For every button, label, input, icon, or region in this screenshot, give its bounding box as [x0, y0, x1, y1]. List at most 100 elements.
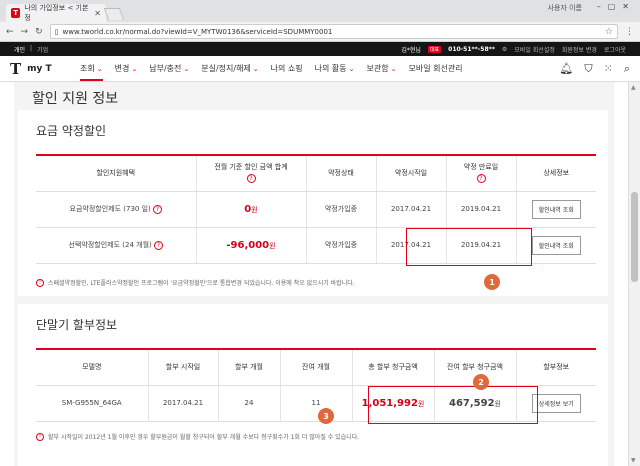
chevron-down-icon: ⌄ [252, 64, 259, 73]
col-header-start-date: 약정시작일 [375, 154, 446, 192]
t-logo-icon: T [10, 59, 22, 78]
menu-label: 나의 쇼핑 [270, 64, 303, 73]
reload-icon[interactable]: ↻ [35, 27, 43, 37]
benefit-cell: 선택약정할인제도 (24 개월) ? [36, 227, 196, 264]
bookmark-star-icon[interactable]: ☆ [605, 27, 613, 37]
util-link-mobile-setting[interactable]: 모바일 회선설정 [514, 45, 555, 54]
menu-label: 납부/충전 [149, 64, 182, 73]
util-business-link[interactable]: 기업 [37, 45, 48, 54]
chevron-down-icon: ⌄ [183, 64, 190, 73]
help-icon[interactable]: ? [476, 173, 486, 183]
highlight-box-amounts [368, 386, 538, 424]
scroll-up-icon[interactable]: ▲ [631, 84, 636, 91]
detail-cell: 할인내역 조회 [515, 191, 596, 228]
model-cell: SM-G955N_64GA [36, 385, 148, 422]
page-icon: ▯ [54, 27, 59, 36]
col-header-detail: 상세정보 [515, 154, 596, 192]
grid-icon[interactable]: ⁙ [604, 62, 613, 76]
table-row: 요금약정할인제도 (730 일) ? 0원 약정가입중 2017.04.21 2… [36, 191, 596, 228]
window-controls[interactable]: –▢✕ [597, 2, 636, 11]
help-icon[interactable]: ? [246, 173, 256, 183]
installment-detail-button[interactable]: 상세정보 보기 [531, 393, 581, 413]
help-icon[interactable]: ? [153, 240, 163, 250]
browser-tab[interactable]: T 나의 가입정보 < 기본정 ✕ [6, 4, 106, 22]
gnb-icons: 🔔︎ ⛉ ⁙ ⌕ [559, 62, 630, 76]
user-phone: 010-51**-58** [448, 45, 495, 53]
discount-amount: -96,000 [226, 239, 270, 251]
col-header-remaining-months: 잔여 개월 [279, 348, 352, 386]
menu-label: 조회 [80, 64, 95, 73]
util-personal-link[interactable]: 개인 [14, 45, 25, 54]
new-tab-button[interactable] [103, 8, 125, 20]
discount-history-button[interactable]: 할인내역 조회 [531, 199, 581, 219]
help-icon[interactable]: ? [152, 204, 162, 214]
util-divider: | [30, 44, 33, 52]
user-name: 김*현님 [401, 46, 421, 54]
menu-label: 보관함 [366, 64, 389, 73]
logo-text: my T [27, 63, 52, 74]
menu-mobile-lines[interactable]: 모바일 회선관리 [408, 56, 462, 81]
info-bullet-icon: ! [36, 278, 44, 287]
page-title: 할인 지원 정보 [32, 91, 119, 107]
currency-unit: 원 [251, 205, 258, 214]
forward-icon[interactable]: → [21, 27, 29, 37]
info-bullet-icon: ! [36, 432, 44, 441]
user-badge: 대표 [427, 45, 442, 53]
scroll-down-icon[interactable]: ▼ [631, 457, 636, 464]
menu-lost-suspend[interactable]: 분실/정지/해제 ⌄ [201, 56, 258, 81]
url-field[interactable]: ▯ www.tworld.co.kr/normal.do?viewId=V_MY… [49, 24, 618, 39]
close-tab-icon[interactable]: ✕ [94, 9, 101, 18]
col-header-installment-info: 할부정보 [515, 348, 596, 386]
col-header-model: 모델명 [36, 348, 148, 386]
back-icon[interactable]: ← [6, 27, 14, 37]
amount-cell: 0원 [195, 191, 306, 228]
amount-cell: -96,000원 [195, 227, 306, 264]
installment-note: ! 할부 시작일이 2012년 1월 이후인 경우 할부원금이 월할 청구되어 … [36, 432, 359, 441]
months-cell: 24 [217, 385, 280, 422]
discount-note: ! 스페셜약정할인, LTE플러스약정할인 프로그램이 '요금약정할인'으로 통… [36, 278, 355, 287]
search-icon[interactable]: ⌕ [624, 62, 630, 76]
col-header-benefit: 할인지원혜택 [36, 154, 196, 192]
menu-label: 모바일 회선관리 [408, 64, 463, 73]
window-user[interactable]: 사용자 이름 [548, 3, 582, 13]
menu-change[interactable]: 변경 ⌄ [115, 56, 138, 81]
annotation-badge-3: 3 [318, 408, 334, 424]
annotation-badge-1: 1 [484, 274, 500, 290]
discount-history-button[interactable]: 할인내역 조회 [531, 235, 581, 255]
global-nav: T my T 조회 ⌄ 변경 ⌄ 납부/충전 ⌄ 분실/정지/해제 ⌄ 나의 쇼핑 나의… [0, 56, 640, 82]
benefit-cell: 요금약정할인제도 (730 일) ? [36, 191, 196, 228]
main-menu: 조회 ⌄ 변경 ⌄ 납부/충전 ⌄ 분실/정지/해제 ⌄ 나의 쇼핑 나의 활동 ⌄ 보관… [80, 56, 463, 81]
menu-label: 분실/정지/해제 [201, 64, 251, 73]
gear-icon[interactable]: ⚙ [502, 46, 507, 53]
highlight-box-dates [406, 228, 532, 266]
benefit-name: 요금약정할인제도 (730 일) [69, 205, 151, 213]
col-header-discount-amount: 전월 기준 할인 금액 합계? [195, 154, 306, 192]
menu-inquiry[interactable]: 조회 ⌄ [80, 56, 103, 81]
start-date-cell: 2017.04.21 [375, 191, 446, 228]
header-label: 전월 기준 할인 금액 합계 [214, 163, 288, 172]
scrollbar-thumb[interactable] [631, 192, 638, 282]
menu-kebab-icon[interactable]: ⋮ [625, 27, 634, 37]
installment-panel: 단말기 할부정보 모델명 할부 시작일 할부 개월 잔여 개월 총 할부 청구금… [18, 304, 608, 466]
bookmark-icon[interactable]: ⛉ [584, 62, 592, 76]
col-header-end-date: 약정 만료일? [445, 154, 516, 192]
discount-section-title: 요금 약정할인 [36, 124, 107, 138]
bell-icon[interactable]: 🔔︎ [559, 62, 573, 76]
menu-storage[interactable]: 보관함 ⌄ [367, 56, 397, 81]
chevron-down-icon: ⌄ [131, 64, 138, 73]
utility-bar: 개인 | 기업 김*현님 대표 010-51**-58** ⚙ 모바일 회선설정… [0, 42, 640, 56]
note-text: 할부 시작일이 2012년 1월 이후인 경우 할부원금이 월할 청구되어 할부… [48, 434, 360, 441]
menu-payment[interactable]: 납부/충전 ⌄ [149, 56, 189, 81]
benefit-name: 선택약정할인제도 (24 개월) [68, 241, 152, 249]
util-link-logout[interactable]: 로그아웃 [604, 45, 626, 54]
menu-activity[interactable]: 나의 활동 ⌄ [315, 56, 355, 81]
menu-label: 나의 활동 [314, 64, 347, 73]
logo[interactable]: T my T [10, 60, 80, 78]
chevron-down-icon: ⌄ [348, 64, 355, 73]
col-header-months: 할부 개월 [217, 348, 280, 386]
end-date-cell: 2019.04.21 [445, 191, 516, 228]
util-link-member-edit[interactable]: 회원정보 변경 [562, 45, 597, 54]
menu-shopping[interactable]: 나의 쇼핑 [271, 56, 303, 81]
content-area: 할인 지원 정보 요금 약정할인 할인지원혜택 전월 기준 할인 금액 합계? … [14, 82, 614, 466]
page-scrollbar[interactable]: ▲ ▼ [628, 82, 640, 466]
